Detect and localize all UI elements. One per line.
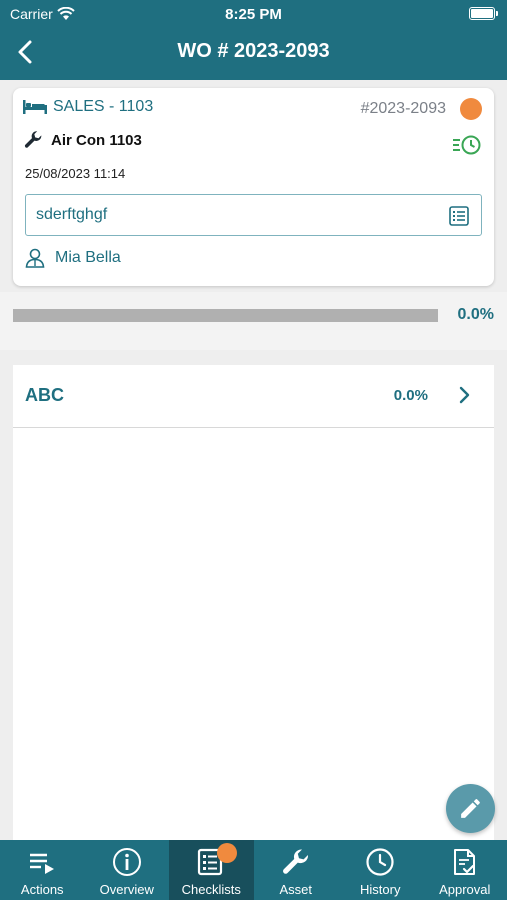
battery-icon (469, 7, 498, 20)
checklist-name: ABC (25, 385, 64, 405)
progress-bar (13, 309, 438, 322)
location: SALES - 1103 (23, 98, 153, 116)
assignee: Mia Bella (25, 248, 121, 268)
status-dot (460, 98, 482, 120)
work-order-datetime: 25/08/2023 11:14 (25, 166, 126, 181)
pencil-icon (461, 799, 480, 818)
approval-icon (453, 849, 475, 875)
assignee-name: Mia Bella (55, 249, 121, 266)
info-icon (112, 848, 141, 876)
asset-name: Air Con 1103 (51, 131, 142, 149)
checklist-panel: ABC 0.0% (13, 365, 494, 840)
tab-label: Actions (20, 882, 64, 897)
nav-bar: WO # 2023-2093 (0, 30, 507, 74)
top-bar: Carrier 8:25 PM WO # 2023-2093 (0, 0, 507, 80)
user-icon (25, 248, 45, 268)
tab-label: Asset (279, 882, 312, 897)
wrench-icon (24, 131, 42, 148)
chevron-right-icon (459, 386, 470, 404)
tab-overview[interactable]: Overview (85, 840, 170, 900)
tab-asset[interactable]: Asset (254, 840, 339, 900)
page-title: WO # 2023-2093 (177, 40, 330, 62)
tab-label: History (360, 882, 401, 897)
location-label: SALES - 1103 (53, 98, 154, 115)
overall-progress: 0.0% (0, 292, 507, 350)
description-field[interactable]: sderftghgf (25, 194, 482, 236)
checklist-percent: 0.0% (393, 387, 428, 404)
actions-icon (30, 853, 55, 874)
tab-bar: Actions Overview Checklists Asset Histor… (0, 840, 507, 900)
list-icon[interactable] (449, 206, 469, 226)
edit-button[interactable] (446, 784, 495, 833)
notification-badge (217, 843, 238, 863)
timer-icon (453, 135, 481, 155)
tab-label: Overview (99, 882, 154, 897)
tab-actions[interactable]: Actions (0, 840, 85, 900)
asset-row: Air Con 1103 (23, 130, 142, 150)
status-time: 8:25 PM (225, 6, 282, 23)
tab-checklists[interactable]: Checklists (169, 840, 254, 900)
checklist-item[interactable]: ABC 0.0% (13, 365, 494, 428)
bed-icon (23, 100, 47, 114)
description-text: sderftghgf (36, 206, 108, 223)
tab-label: Approval (439, 882, 491, 897)
work-order-number: #2023-2093 (360, 100, 446, 117)
wrench-icon (282, 849, 308, 874)
tab-label: Checklists (181, 882, 241, 897)
clock-icon (366, 848, 394, 876)
card-header-row: SALES - 1103 #2023-2093 (23, 98, 482, 122)
tab-history[interactable]: History (338, 840, 423, 900)
progress-value: 0.0% (457, 306, 494, 323)
status-bar: Carrier 8:25 PM (0, 0, 507, 28)
work-order-card[interactable]: SALES - 1103 #2023-2093 Air Con 1103 25/… (13, 88, 494, 286)
tab-approval[interactable]: Approval (423, 840, 507, 900)
